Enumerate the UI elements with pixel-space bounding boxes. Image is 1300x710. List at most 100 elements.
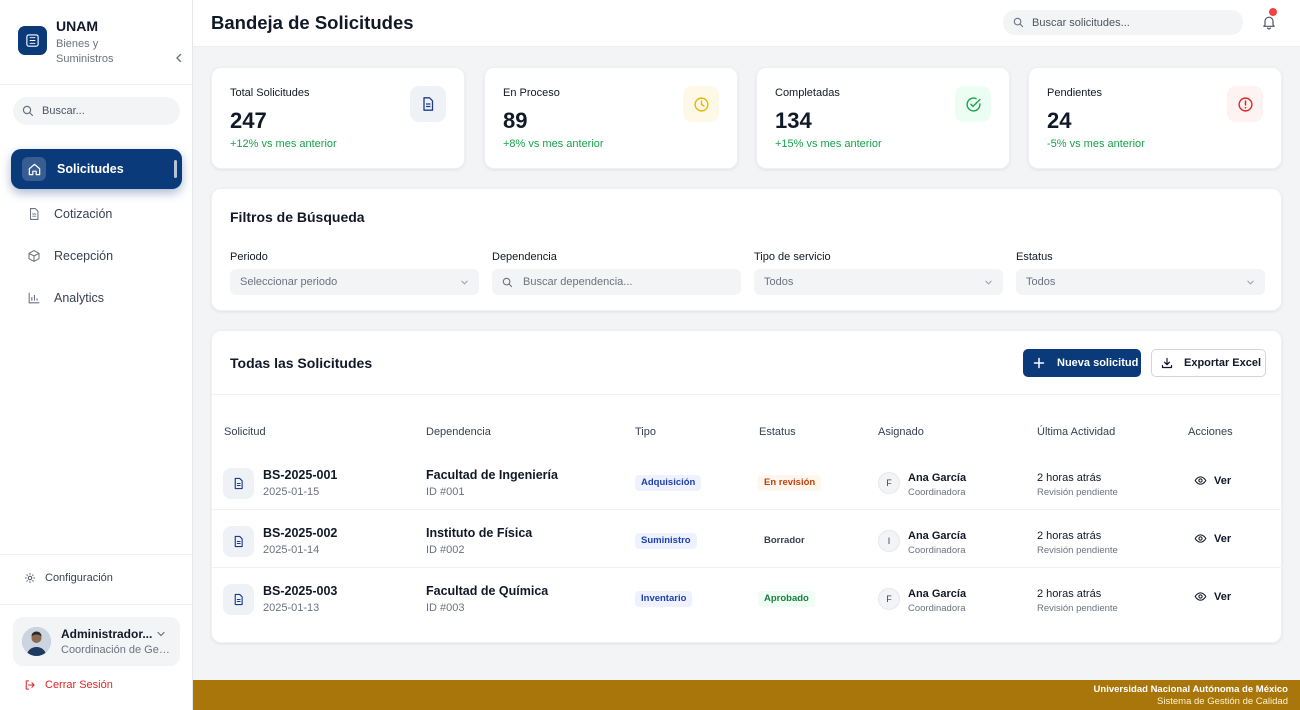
chevron-down-icon [461, 280, 468, 285]
user-menu[interactable]: Administrador... Coordinación de Gestión [13, 617, 180, 666]
search-icon [1013, 17, 1024, 28]
view-button[interactable]: Ver [1194, 590, 1231, 603]
dependencia-id: ID #003 [426, 602, 465, 614]
view-label: Ver [1214, 474, 1232, 487]
dependencia-search[interactable]: Buscar dependencia... [492, 269, 741, 295]
sidebar-search[interactable] [13, 97, 180, 125]
request-id[interactable]: BS-2025-002 [263, 526, 337, 540]
table-row[interactable]: BS-2025-002 2025-01-14 Instituto de Físi… [212, 510, 1283, 568]
dependencia-id: ID #002 [426, 544, 465, 556]
logout-label: Cerrar Sesión [45, 679, 113, 691]
clock-icon [683, 86, 719, 122]
footer-system: Sistema de Gestión de Calidad [1157, 696, 1288, 707]
view-button[interactable]: Ver [1194, 474, 1231, 487]
page-title: Bandeja de Solicitudes [211, 12, 414, 33]
view-button[interactable]: Ver [1194, 532, 1231, 545]
export-excel-label: Exportar Excel [1184, 357, 1262, 369]
sidebar-item-solicitudes[interactable]: Solicitudes [11, 149, 182, 189]
home-icon [22, 157, 46, 181]
tipo-label: Tipo de servicio [754, 251, 831, 263]
table-row[interactable]: BS-2025-001 2025-01-15 Facultad de Ingen… [212, 452, 1283, 510]
activity-time: 2 horas atrás [1037, 588, 1102, 600]
request-id[interactable]: BS-2025-003 [263, 584, 337, 598]
eye-icon [1194, 592, 1207, 601]
eye-icon [1194, 534, 1207, 543]
table-row[interactable]: BS-2025-003 2025-01-13 Facultad de Quími… [212, 568, 1283, 626]
column-header[interactable]: Asignado [878, 426, 924, 438]
column-header[interactable]: Tipo [635, 426, 656, 438]
chevron-left-icon [176, 53, 182, 63]
column-header[interactable]: Dependencia [426, 426, 491, 438]
dependencia-name: Facultad de Química [426, 584, 549, 598]
tipo-select[interactable]: Todos [754, 269, 1003, 295]
download-icon [1161, 357, 1173, 369]
divider [212, 394, 1283, 395]
sidebar-item-label: Cotización [54, 207, 113, 221]
search-icon [22, 105, 34, 117]
divider [0, 554, 193, 555]
stat-value: 24 [1047, 108, 1072, 133]
brand: UNAM Bienes y Suministros [18, 18, 183, 70]
gear-icon [25, 573, 35, 583]
bell-icon[interactable] [1261, 14, 1277, 30]
request-id[interactable]: BS-2025-001 [263, 468, 337, 482]
request-date: 2025-01-15 [263, 486, 320, 498]
assignee-avatar: I [878, 530, 900, 552]
tipo-badge: Adquisición [635, 475, 702, 491]
status-badge: Aprobado [758, 591, 815, 607]
notification-dot [1269, 8, 1277, 16]
top-header: Bandeja de Solicitudes [193, 0, 1300, 47]
header-search[interactable] [1003, 10, 1243, 35]
box-icon [22, 244, 46, 268]
sidebar-item-label: Solicitudes [57, 162, 124, 176]
logout-icon [25, 680, 35, 690]
new-request-button[interactable]: Nueva solicitud [1023, 349, 1141, 377]
estatus-value: Todos [1026, 276, 1056, 288]
dependencia-placeholder: Buscar dependencia... [523, 276, 633, 288]
assignee-name: Ana García [908, 530, 967, 542]
table-title: Todas las Solicitudes [230, 355, 373, 371]
activity-time: 2 horas atrás [1037, 530, 1102, 542]
column-header[interactable]: Estatus [759, 426, 796, 438]
assignee-role: Coordinadora [908, 545, 966, 556]
footer: Universidad Nacional Autónoma de México … [193, 680, 1300, 710]
stat-value: 134 [775, 108, 812, 133]
stat-delta: -5% vs mes anterior [1047, 138, 1145, 150]
activity-description: Revisión pendiente [1037, 545, 1118, 556]
stat-delta: +15% vs mes anterior [775, 138, 882, 150]
new-request-label: Nueva solicitud [1057, 357, 1139, 369]
status-badge: Borrador [758, 533, 811, 549]
sidebar-item-recepcion[interactable]: Recepción [11, 236, 182, 276]
stat-label: Pendientes [1047, 87, 1103, 99]
sidebar-item-cotizacion[interactable]: Cotización [11, 194, 182, 234]
tipo-value: Todos [764, 276, 794, 288]
export-excel-button[interactable]: Exportar Excel [1151, 349, 1266, 377]
divider [0, 604, 193, 605]
plus-icon [1033, 357, 1045, 369]
activity-time: 2 horas atrás [1037, 472, 1102, 484]
active-indicator [174, 160, 177, 178]
document-icon [22, 202, 46, 226]
assignee-role: Coordinadora [908, 487, 966, 498]
chevron-down-icon [157, 631, 165, 637]
assignee-avatar: F [878, 588, 900, 610]
chevron-down-icon [1247, 280, 1254, 285]
request-date: 2025-01-14 [263, 544, 320, 556]
config-label: Configuración [45, 572, 113, 584]
column-header[interactable]: Acciones [1188, 426, 1233, 438]
collapse-sidebar-button[interactable] [172, 51, 186, 65]
column-header[interactable]: Última Actividad [1037, 426, 1115, 438]
stat-label: Completadas [775, 87, 840, 99]
status-badge: En revisión [758, 475, 822, 491]
sidebar-search-input[interactable] [42, 97, 172, 125]
estatus-label: Estatus [1016, 251, 1053, 263]
periodo-select[interactable]: Seleccionar periodo [230, 269, 479, 295]
header-search-input[interactable] [1032, 10, 1232, 35]
sidebar-item-configuracion[interactable]: Configuración [24, 572, 113, 584]
logout-button[interactable]: Cerrar Sesión [24, 679, 113, 691]
document-icon [223, 468, 254, 499]
column-header[interactable]: Solicitud [224, 426, 266, 438]
sidebar-item-analytics[interactable]: Analytics [11, 278, 182, 318]
estatus-select[interactable]: Todos [1016, 269, 1265, 295]
filters-panel: Filtros de Búsqueda Periodo Seleccionar … [211, 188, 1282, 311]
